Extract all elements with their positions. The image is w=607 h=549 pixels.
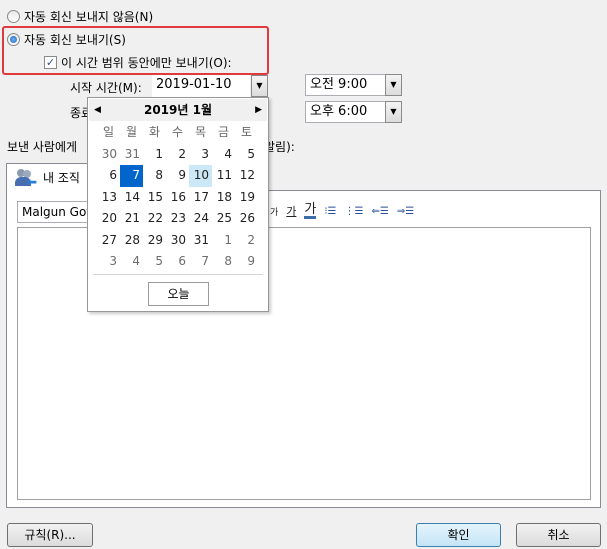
start-time-label: 시작 시간(M): <box>70 81 142 95</box>
end-time-value: 오후 6:00 <box>310 104 368 119</box>
weekday-header: 목 <box>194 125 207 139</box>
start-time-field[interactable]: 오전 9:00 <box>305 74 386 96</box>
calendar-day-other-month[interactable]: 6 <box>166 251 189 273</box>
underline-button[interactable]: 가 <box>286 203 296 219</box>
calendar-day[interactable]: 26 <box>235 208 258 230</box>
prev-month-icon[interactable]: ◀ <box>94 99 101 121</box>
calendar-day[interactable]: 11 <box>212 165 235 187</box>
no-reply-radio[interactable]: 자동 회신 보내지 않음(N) <box>7 8 153 25</box>
calendar-day[interactable]: 10 <box>189 165 212 187</box>
calendar-day[interactable]: 7 <box>120 165 143 187</box>
calendar-day[interactable]: 17 <box>189 187 212 209</box>
calendar-day[interactable]: 19 <box>235 187 258 209</box>
calendar-title: 2019년 1월 <box>143 103 212 117</box>
weekday-header: 토 <box>240 125 253 139</box>
calendar-day-other-month[interactable]: 30 <box>97 144 120 166</box>
people-icon: ⬅ <box>15 168 37 188</box>
shrink-font-button[interactable]: 가 <box>270 205 278 218</box>
calendar-day[interactable]: 31 <box>189 230 212 252</box>
today-button[interactable]: 오늘 <box>148 282 209 306</box>
ok-button[interactable]: 확인 <box>416 523 501 547</box>
radio-button[interactable] <box>7 10 20 23</box>
radio-button[interactable] <box>7 33 20 46</box>
start-time-value: 오전 9:00 <box>310 77 368 92</box>
calendar-day[interactable]: 15 <box>143 187 166 209</box>
numbering-icon[interactable]: ⋮☰ <box>345 206 364 217</box>
calendar-day[interactable]: 27 <box>97 230 120 252</box>
calendar-day-other-month[interactable]: 7 <box>189 251 212 273</box>
cancel-button[interactable]: 취소 <box>516 523 601 547</box>
calendar-day[interactable]: 13 <box>97 187 120 209</box>
weekday-header: 화 <box>148 125 161 139</box>
calendar-day-other-month[interactable]: 9 <box>235 251 258 273</box>
sender-label: 보낸 사람에게 <box>7 140 78 154</box>
start-date-dropdown[interactable]: ▼ <box>251 75 268 97</box>
calendar-day-other-month[interactable]: 1 <box>212 230 235 252</box>
weekday-header: 일 <box>102 125 115 139</box>
calendar-day[interactable]: 30 <box>166 230 189 252</box>
calendar-day[interactable]: 4 <box>212 144 235 166</box>
calendar-day[interactable]: 20 <box>97 208 120 230</box>
outdent-icon[interactable]: ⇐☰ <box>372 206 389 217</box>
calendar-day-other-month[interactable]: 2 <box>235 230 258 252</box>
font-value: Malgun Got <box>22 205 92 219</box>
calendar-day[interactable]: 18 <box>212 187 235 209</box>
calendar-day[interactable]: 23 <box>166 208 189 230</box>
calendar-day[interactable]: 25 <box>212 208 235 230</box>
calendar-day[interactable]: 14 <box>120 187 143 209</box>
calendar-day-other-month[interactable]: 8 <box>212 251 235 273</box>
calendar-day-other-month[interactable]: 31 <box>120 144 143 166</box>
end-time-dropdown[interactable]: ▼ <box>385 101 402 123</box>
font-color-button[interactable]: 가 <box>304 203 317 219</box>
calendar-day[interactable]: 9 <box>166 165 189 187</box>
rules-button[interactable]: 규칙(R)... <box>7 523 93 547</box>
calendar-day[interactable]: 12 <box>235 165 258 187</box>
divider <box>93 274 263 275</box>
bullets-icon[interactable]: ⁝☰ <box>324 206 336 217</box>
calendar-header: ◀ 2019년 1월 ▶ <box>89 99 267 121</box>
format-toolbar: 가 가 가 ⁝☰ ⋮☰ ⇐☰ ⇒☰ <box>270 203 422 219</box>
calendar-day-other-month[interactable]: 4 <box>120 251 143 273</box>
calendar-day[interactable]: 29 <box>143 230 166 252</box>
calendar-day[interactable]: 3 <box>189 144 212 166</box>
calendar-day[interactable]: 6 <box>97 165 120 187</box>
calendar-day[interactable]: 8 <box>143 165 166 187</box>
calendar-day-other-month[interactable]: 3 <box>97 251 120 273</box>
calendar-day[interactable]: 21 <box>120 208 143 230</box>
start-time-dropdown[interactable]: ▼ <box>385 74 402 96</box>
start-date-field[interactable]: 2019-01-10 (목) <box>152 75 250 112</box>
calendar-day[interactable]: 16 <box>166 187 189 209</box>
checkbox-checked[interactable]: ✓ <box>44 56 57 69</box>
date-picker-popup: ◀ 2019년 1월 ▶ 일 월 화 수 목 금 토 30 31 1 2 3 4 5 6 7 8 9 10 11 12 1… <box>87 97 269 312</box>
no-reply-label: 자동 회신 보내지 않음(N) <box>24 10 154 24</box>
calendar-day[interactable]: 5 <box>235 144 258 166</box>
send-reply-label: 자동 회신 보내기(S) <box>24 33 126 47</box>
end-time-field[interactable]: 오후 6:00 <box>305 101 386 123</box>
weekday-header: 금 <box>217 125 230 139</box>
calendar-day[interactable]: 24 <box>189 208 212 230</box>
calendar-grid: 일 월 화 수 목 금 토 30 31 1 2 3 4 5 6 7 8 9 10 11 12 13 14 15 16 17 18 19… <box>97 122 258 273</box>
calendar-day[interactable]: 1 <box>143 144 166 166</box>
time-range-checkbox[interactable]: ✓ 이 시간 범위 동안에만 보내기(O): <box>44 54 232 71</box>
time-range-label: 이 시간 범위 동안에만 보내기(O): <box>61 56 232 70</box>
calendar-day[interactable]: 2 <box>166 144 189 166</box>
tab-label: 내 조직 <box>43 171 80 185</box>
calendar-day[interactable]: 28 <box>120 230 143 252</box>
send-reply-radio[interactable]: 자동 회신 보내기(S) <box>7 31 126 48</box>
weekday-header: 수 <box>171 125 184 139</box>
next-month-icon[interactable]: ▶ <box>255 99 262 121</box>
indent-icon[interactable]: ⇒☰ <box>397 206 414 217</box>
calendar-day[interactable]: 22 <box>143 208 166 230</box>
calendar-day-other-month[interactable]: 5 <box>143 251 166 273</box>
weekday-header: 월 <box>125 125 138 139</box>
